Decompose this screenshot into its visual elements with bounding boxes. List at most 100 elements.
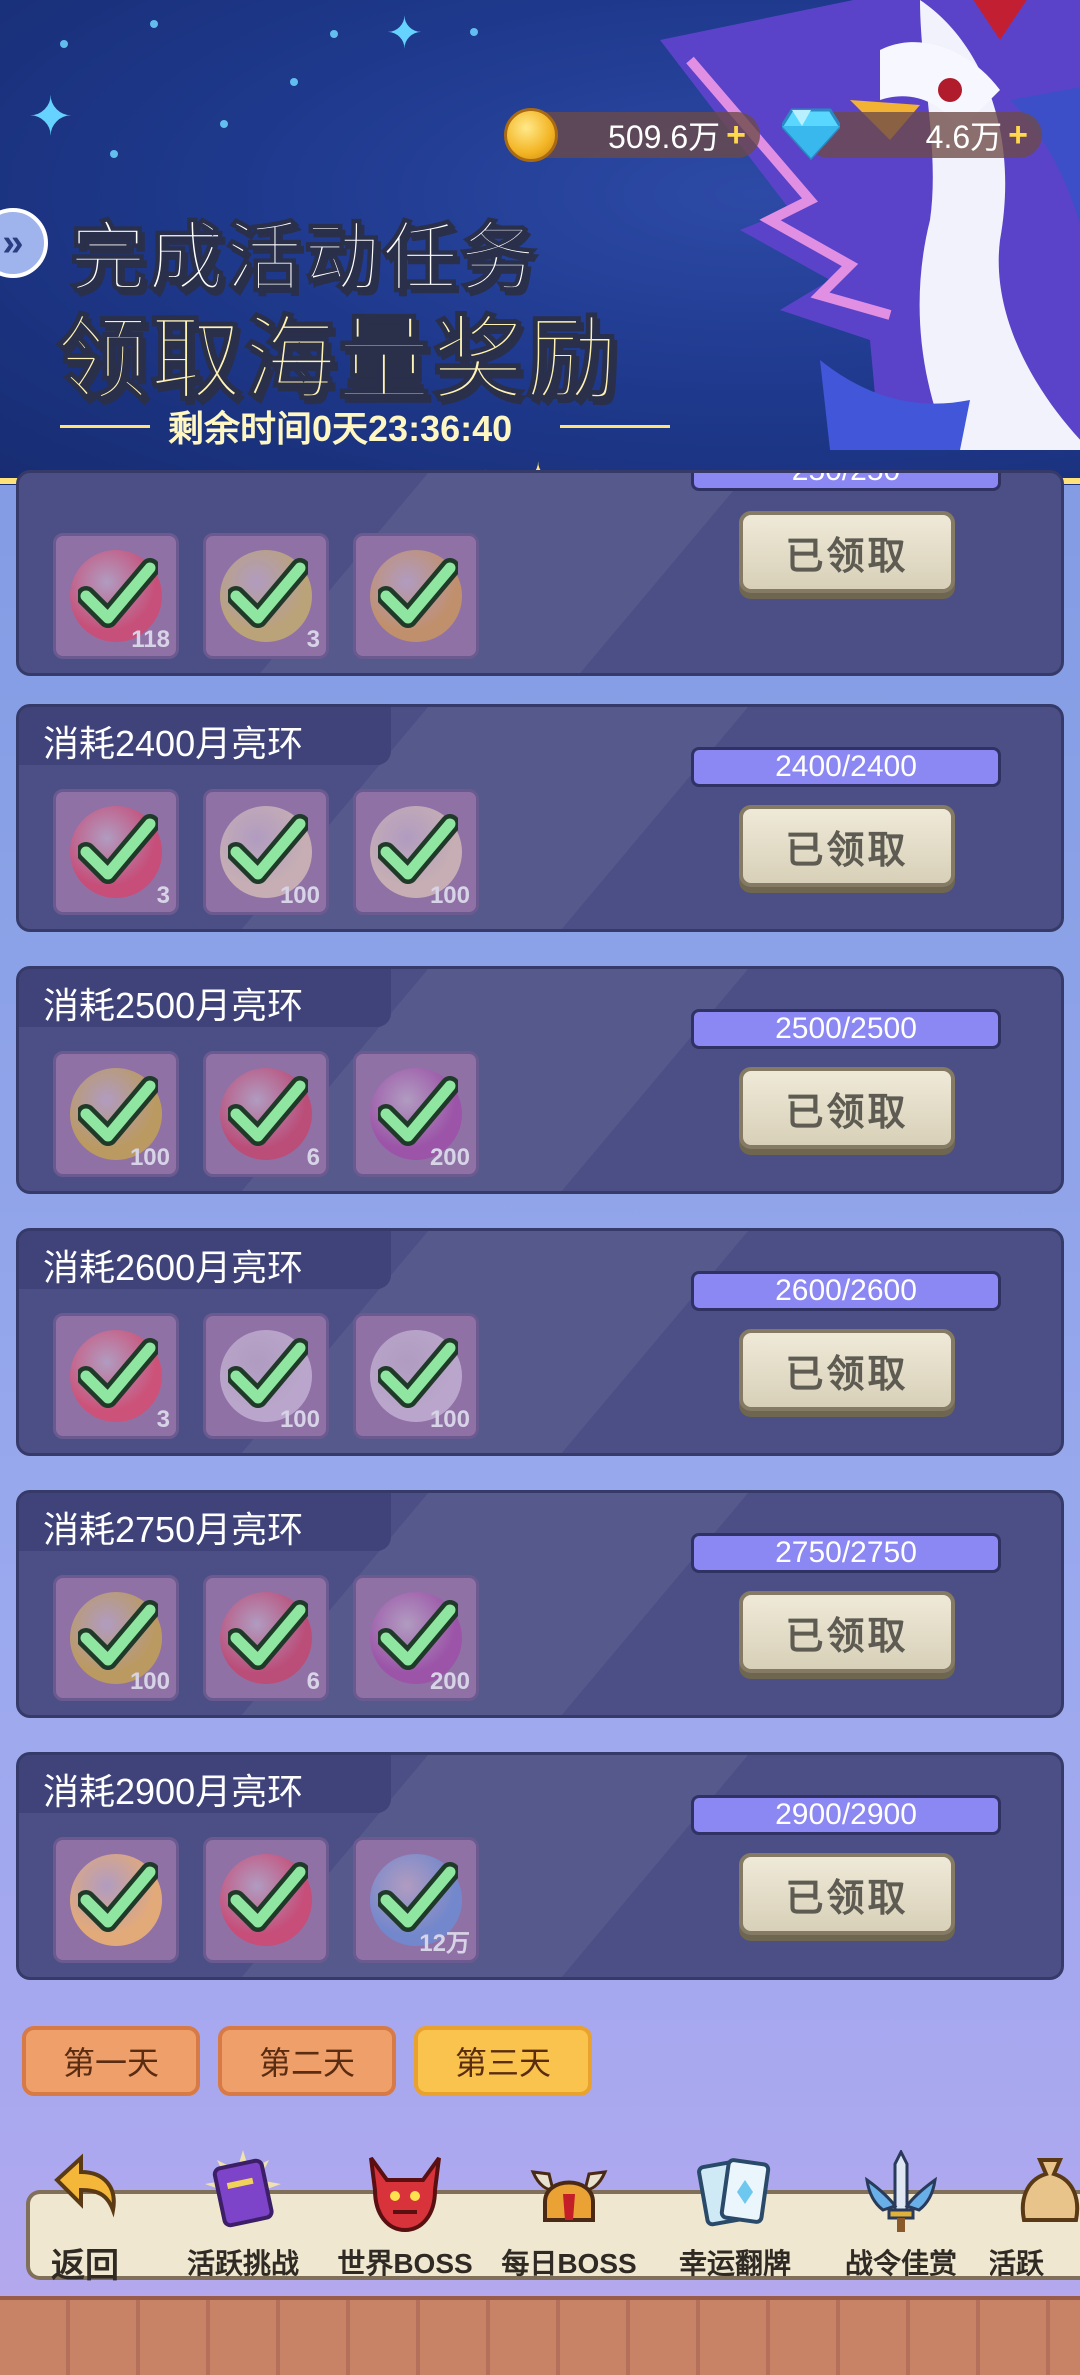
reward-item[interactable]: 3 [53,789,179,915]
reward-item[interactable]: 200 [353,1575,479,1701]
check-icon [78,814,158,884]
add-gold-button[interactable]: + [726,116,746,155]
timer-divider-left [60,425,150,428]
star-dot [60,40,68,48]
task-title: 消耗2600月亮环 [43,1247,304,1288]
reward-count: 100 [279,882,320,909]
claimed-button[interactable]: 已领取 [739,511,955,593]
red-demon-icon [369,2156,441,2233]
claimed-button[interactable]: 已领取 [739,1329,955,1411]
nav-daily-boss[interactable]: 每日BOSS [494,2150,644,2280]
task-progress-bar: 2500/2500 [691,1009,1001,1049]
star-dot [150,20,158,28]
reward-item[interactable]: 12万 [353,1837,479,1963]
reward-count: 3 [156,1406,170,1433]
reward-count: 3 [306,626,320,653]
nav-activity[interactable]: 活跃 [990,2150,1080,2280]
task-card: 消耗2500月亮环 2500/2500 已领取 100 6 200 [16,966,1064,1194]
nav-label: 返回 [51,2247,119,2285]
check-icon [228,1600,308,1670]
task-card: 250/250 已领取 118 3 [16,470,1064,676]
task-title-bar: 消耗2500月亮环 [19,969,391,1027]
diamond-amount: 4.6万 [925,119,1003,155]
nav-lucky-flip[interactable]: 幸运翻牌 [660,2150,810,2280]
check-icon [228,558,308,628]
back-arrow-icon [54,2153,116,2218]
reward-item[interactable]: 100 [203,789,329,915]
task-progress-bar: 2750/2750 [691,1533,1001,1573]
check-icon [228,814,308,884]
nav-back-button[interactable]: 返回 [10,2150,160,2285]
reward-item[interactable]: 6 [203,1575,329,1701]
claimed-button[interactable]: 已领取 [739,805,955,887]
claimed-button[interactable]: 已领取 [739,1591,955,1673]
check-icon [78,1338,158,1408]
nav-active-challenge[interactable]: 活跃挑战 [168,2150,318,2280]
add-diamond-button[interactable]: + [1008,116,1028,155]
check-icon [78,558,158,628]
tab-day-2-label: 第二天 [258,2045,355,2081]
diamond-balance: 4.6万 + [806,112,1042,158]
reward-count: 100 [429,882,470,909]
check-icon [78,1600,158,1670]
tab-day-1[interactable]: 第一天 [22,2026,200,2096]
purple-book-icon [205,2150,281,2228]
check-icon [378,1338,458,1408]
tab-day-3[interactable]: 第三天 [414,2026,592,2096]
nav-label: 活跃挑战 [186,2248,299,2279]
check-icon [228,1338,308,1408]
nav-world-boss[interactable]: 世界BOSS [330,2150,480,2280]
reward-count: 100 [429,1406,470,1433]
sparkle-icon: ✦ [386,8,423,59]
task-card: 消耗2400月亮环 2400/2400 已领取 3 100 100 [16,704,1064,932]
reward-item[interactable]: 6 [203,1051,329,1177]
reward-count: 100 [129,1668,170,1695]
nav-battle-pass[interactable]: 战令佳赏 [826,2150,976,2280]
task-progress-bar: 2400/2400 [691,747,1001,787]
task-progress-bar: 2600/2600 [691,1271,1001,1311]
check-icon [228,1076,308,1146]
banner-title-line2: 领取海量奖励 [55,308,621,412]
reward-item[interactable] [53,1837,179,1963]
gold-amount: 509.6万 [608,119,721,155]
tab-day-1-label: 第一天 [62,2045,159,2081]
sack-icon [1020,2158,1080,2222]
check-icon [78,1862,158,1932]
diamond-icon [782,108,840,160]
reward-item[interactable]: 3 [53,1313,179,1439]
claimed-button[interactable]: 已领取 [739,1853,955,1935]
timer-divider-right [560,425,670,428]
task-title: 消耗2750月亮环 [43,1509,304,1550]
reward-item[interactable]: 100 [203,1313,329,1439]
reward-item[interactable]: 100 [53,1051,179,1177]
reward-item[interactable]: 100 [53,1575,179,1701]
star-dot [470,28,478,36]
reward-count: 6 [306,1144,320,1171]
nav-label: 每日BOSS [501,2248,637,2279]
claimed-button[interactable]: 已领取 [739,1067,955,1149]
reward-item[interactable]: 3 [203,533,329,659]
reward-item[interactable]: 100 [353,1313,479,1439]
expand-arrow-button[interactable]: » [0,208,48,278]
star-dot [220,120,228,128]
reward-item[interactable] [353,533,479,659]
reward-item[interactable] [203,1837,329,1963]
check-icon [378,814,458,884]
task-title-bar: 消耗2900月亮环 [19,1755,391,1813]
star-dot [330,30,338,38]
tab-day-2[interactable]: 第二天 [218,2026,396,2096]
reward-count: 100 [129,1144,170,1171]
task-progress-bar: 250/250 [691,473,1001,491]
event-banner: ✦ ✦ ✦ 509.6万 + 4.6万 + » 完成活动任务 领取海量奖励 剩余… [0,0,1080,485]
reward-count: 200 [429,1668,470,1695]
task-title-bar: 消耗2600月亮环 [19,1231,391,1289]
nav-label: 幸运翻牌 [678,2248,791,2279]
task-title: 消耗2500月亮环 [43,985,304,1026]
reward-item[interactable]: 100 [353,789,479,915]
sword-emblem-icon [865,2150,937,2232]
reward-count: 100 [279,1406,320,1433]
reward-count: 200 [429,1144,470,1171]
reward-item[interactable]: 118 [53,533,179,659]
reward-item[interactable]: 200 [353,1051,479,1177]
check-icon [78,1076,158,1146]
